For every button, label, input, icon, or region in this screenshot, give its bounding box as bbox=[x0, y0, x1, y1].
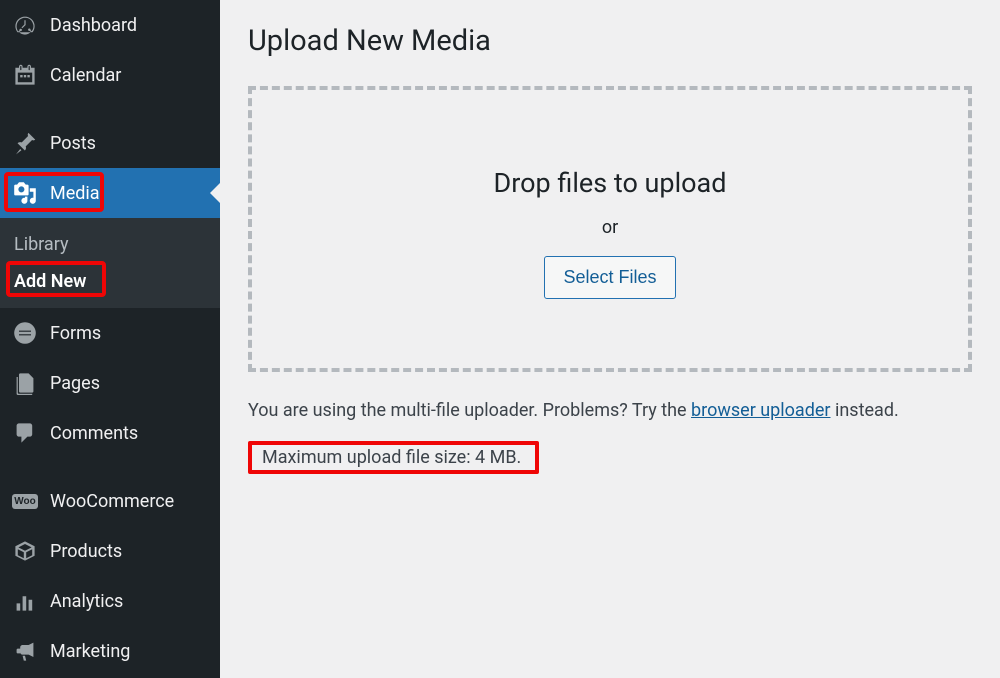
sidebar-item-label: Media bbox=[50, 183, 100, 204]
sidebar-item-posts[interactable]: Posts bbox=[0, 118, 220, 168]
max-upload-text: Maximum upload file size: 4 MB. bbox=[254, 443, 529, 472]
sidebar-item-label: WooCommerce bbox=[50, 491, 174, 512]
media-submenu: Library Add New bbox=[0, 218, 220, 308]
analytics-icon bbox=[12, 588, 38, 614]
pin-icon bbox=[12, 130, 38, 156]
megaphone-icon bbox=[12, 638, 38, 664]
browser-uploader-link[interactable]: browser uploader bbox=[691, 400, 830, 421]
sidebar-item-label: Products bbox=[50, 541, 122, 562]
sidebar-item-label: Dashboard bbox=[50, 15, 137, 36]
sidebar-item-calendar[interactable]: Calendar bbox=[0, 50, 220, 100]
sidebar-item-label: Forms bbox=[50, 323, 101, 344]
sidebar-item-label: Calendar bbox=[50, 65, 121, 86]
dropzone-title: Drop files to upload bbox=[494, 167, 727, 199]
products-icon bbox=[12, 538, 38, 564]
admin-sidebar: Dashboard Calendar Posts Media Library A… bbox=[0, 0, 220, 678]
sidebar-item-label: Posts bbox=[50, 133, 96, 154]
dropzone-or: or bbox=[602, 217, 618, 238]
dashboard-icon bbox=[12, 12, 38, 38]
sidebar-item-label: Comments bbox=[50, 423, 138, 444]
main-content: Upload New Media Drop files to upload or… bbox=[220, 0, 1000, 678]
select-files-button[interactable]: Select Files bbox=[544, 256, 675, 299]
sidebar-item-media[interactable]: Media bbox=[0, 168, 220, 218]
calendar-icon bbox=[12, 62, 38, 88]
sidebar-item-label: Pages bbox=[50, 373, 100, 394]
sidebar-item-label: Marketing bbox=[50, 641, 130, 662]
info-prefix: You are using the multi-file uploader. P… bbox=[248, 400, 691, 421]
page-title: Upload New Media bbox=[248, 24, 972, 58]
highlight-max-upload: Maximum upload file size: 4 MB. bbox=[248, 441, 539, 474]
submenu-item-library[interactable]: Library bbox=[0, 226, 220, 263]
sidebar-item-pages[interactable]: Pages bbox=[0, 358, 220, 408]
info-suffix: instead. bbox=[831, 400, 899, 421]
sidebar-item-forms[interactable]: Forms bbox=[0, 308, 220, 358]
media-icon bbox=[12, 180, 38, 206]
sidebar-item-analytics[interactable]: Analytics bbox=[0, 576, 220, 626]
sidebar-item-label: Analytics bbox=[50, 591, 123, 612]
upload-dropzone[interactable]: Drop files to upload or Select Files bbox=[248, 86, 972, 372]
uploader-info: You are using the multi-file uploader. P… bbox=[248, 400, 972, 421]
sidebar-item-woocommerce[interactable]: Woo WooCommerce bbox=[0, 476, 220, 526]
submenu-item-addnew[interactable]: Add New bbox=[10, 267, 210, 296]
menu-separator bbox=[0, 458, 220, 476]
comments-icon bbox=[12, 420, 38, 446]
sidebar-item-dashboard[interactable]: Dashboard bbox=[0, 0, 220, 50]
pages-icon bbox=[12, 370, 38, 396]
forms-icon bbox=[12, 320, 38, 346]
sidebar-item-marketing[interactable]: Marketing bbox=[0, 626, 220, 676]
woocommerce-icon: Woo bbox=[12, 488, 38, 514]
sidebar-item-products[interactable]: Products bbox=[0, 526, 220, 576]
sidebar-item-comments[interactable]: Comments bbox=[0, 408, 220, 458]
menu-separator bbox=[0, 100, 220, 118]
